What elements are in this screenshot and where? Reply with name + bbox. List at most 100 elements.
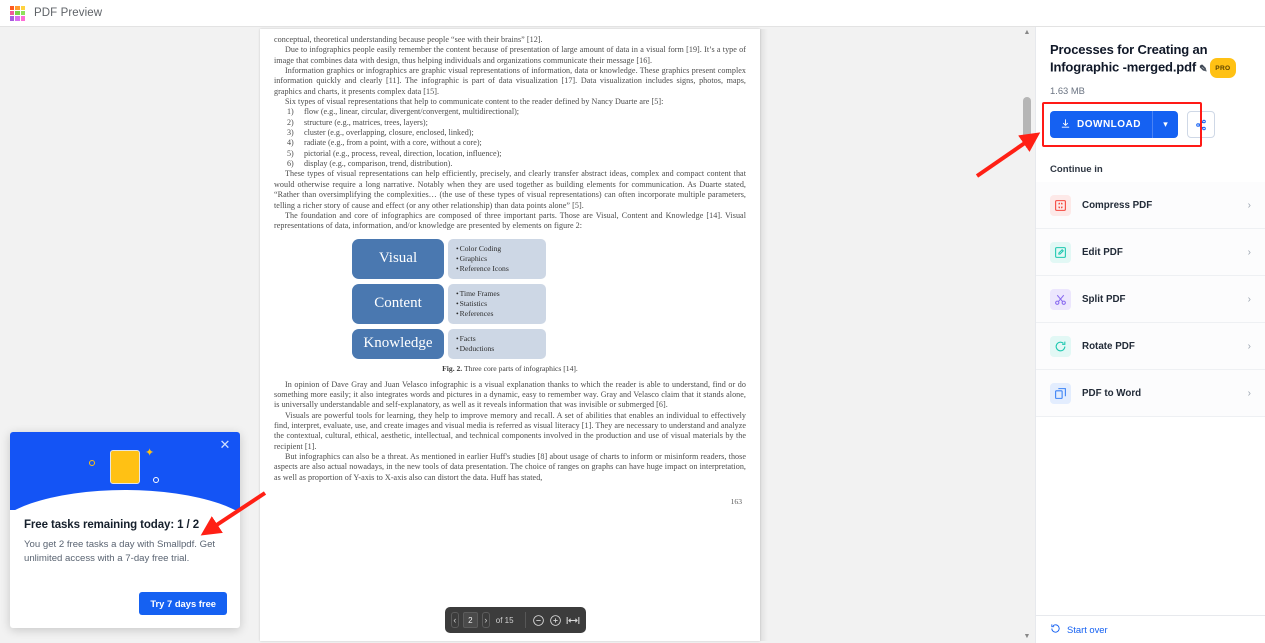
pdf-paragraph: Six types of visual representations that… [285,97,664,107]
pdf-paragraph: These types of visual representations ca… [274,169,746,210]
download-icon [1060,118,1071,132]
pdf-paragraph: conceptual, theoretical understanding be… [274,35,543,44]
zoom-out-icon[interactable] [532,613,545,627]
color-grid-logo-icon [10,5,25,21]
download-row: DOWNLOAD ▾ [1050,111,1251,138]
download-button[interactable]: DOWNLOAD ▾ [1050,111,1178,138]
sparkle-icon: ✦ [145,447,155,459]
figure-bullet: Statistics [456,299,546,309]
tool-item-label: PDF to Word [1082,387,1142,399]
start-over-row[interactable]: Start over [1036,615,1265,643]
figure-caption-text: Three core parts of infographics [14]. [462,363,578,373]
tool-item-label: Split PDF [1082,293,1126,305]
rotate-pdf-icon [1050,335,1071,357]
tool-item-edit-pdf[interactable]: Edit PDF › [1036,229,1265,276]
file-name-header: Processes for Creating an Infographic -m… [1050,41,1251,78]
list-item: 5) pictorial (e.g., process, reveal, dire… [287,148,746,159]
pdf-page-number: 163 [730,496,742,506]
pro-badge: PRO [1210,58,1236,78]
list-item-label: flow (e.g., linear, circular, divergent/… [304,107,520,117]
zoom-in-icon[interactable] [549,613,562,627]
chevron-right-icon: › [1247,199,1251,211]
pdf-paragraph: In opinion of Dave Gray and Juan Velasco… [274,379,746,410]
split-pdf-icon [1050,288,1071,310]
file-size-label: 1.63 MB [1050,85,1085,96]
figure-bullet: References [456,309,546,319]
app-title: PDF Preview [34,7,103,19]
tool-item-rotate-pdf[interactable]: Rotate PDF › [1036,323,1265,370]
sidebar-header: Processes for Creating an Infographic -m… [1036,27,1265,96]
figure-bullet: Reference Icons [456,264,546,274]
try-7-days-free-button[interactable]: Try 7 days free [139,592,227,615]
list-item-number: 1) [287,107,294,117]
file-name-label: Processes for Creating an Infographic -m… [1050,42,1208,75]
share-button[interactable] [1187,111,1215,138]
compress-pdf-icon [1050,194,1071,216]
next-page-button[interactable]: › [482,612,490,628]
decorative-circle-icon [89,460,95,466]
scrollbar-thumb[interactable] [1023,97,1031,140]
figure-bullet: Time Frames [456,289,546,299]
pdf-page: conceptual, theoretical understanding be… [260,29,760,641]
pdf-paragraph: But infographics can also be a threat. A… [274,451,746,482]
pdf-paragraph: Information graphics or infographics are… [274,66,746,96]
page-total-label: of 15 [495,615,514,625]
figure-row-bullets: Color Coding Graphics Reference Icons [448,238,546,279]
figure-row: Knowledge Facts Deductions [352,328,746,359]
close-icon[interactable]: ✕ [218,438,232,452]
viewer-scrollbar[interactable]: ▲ ▼ [1022,27,1032,643]
pdf-text-content: conceptual, theoretical understanding be… [274,35,746,506]
chevron-right-icon: › [1247,293,1251,305]
right-sidebar: Processes for Creating an Infographic -m… [1035,27,1265,643]
pdf-pager-toolbar[interactable]: ‹ 2 › of 15 [445,607,586,633]
tool-item-split-pdf[interactable]: Split PDF › [1036,276,1265,323]
tool-item-label: Rotate PDF [1082,340,1135,352]
refresh-icon [1050,621,1061,639]
pdf-paragraph: The foundation and core of infographics … [274,210,746,231]
figure-row-label: Knowledge [352,328,444,359]
hero-curve [10,490,240,510]
chevron-right-icon: › [1247,340,1251,352]
list-item: 2) structure (e.g., matrices, trees, laye… [287,117,746,128]
figure-bullet: Deductions [456,344,546,354]
figure-row-bullets: Facts Deductions [448,328,546,359]
list-item-number: 6) [287,159,294,169]
tool-item-compress-pdf[interactable]: Compress PDF › [1036,182,1265,229]
figure-row: Visual Color Coding Graphics Reference I… [352,238,746,279]
download-button-main[interactable]: DOWNLOAD [1050,118,1152,132]
download-area: DOWNLOAD ▾ [1036,102,1265,147]
list-item-number: 5) [287,148,294,158]
list-item: 3) cluster (e.g., overlapping, closure, e… [287,128,746,138]
chevron-right-icon: › [1247,387,1251,399]
pencil-icon[interactable]: ✎ [1199,64,1207,75]
free-tasks-promo-card[interactable]: ✦ ✕ Free tasks remaining today: 1 / 2 Yo… [10,432,240,628]
promo-body: Free tasks remaining today: 1 / 2 You ge… [10,510,240,566]
pdf-paragraph: Due to infographics people easily rememb… [274,45,746,65]
tool-item-pdf-to-word[interactable]: PDF to Word › [1036,370,1265,417]
figure-row: Content Time Frames Statistics Reference… [352,283,746,324]
scroll-up-icon[interactable]: ▲ [1023,29,1031,37]
download-button-label: DOWNLOAD [1077,119,1141,130]
decorative-circle-icon [153,477,159,483]
chevron-right-icon: › [1247,246,1251,258]
list-item-label: pictorial (e.g., process, reveal, direct… [304,148,502,158]
promo-subtitle: You get 2 free tasks a day with Smallpdf… [24,539,216,564]
figure-caption-number: Fig. 2. [442,363,463,373]
list-item-label: cluster (e.g., overlapping, closure, enc… [304,128,474,138]
list-item-label: structure (e.g., matrices, trees, layers… [304,117,428,127]
document-illustration-icon [110,450,140,484]
pdf-preview-app: PDF Preview conceptual, theoretical unde… [0,0,1265,643]
list-item-number: 2) [287,117,294,127]
start-over-label[interactable]: Start over [1067,624,1108,635]
fit-width-icon[interactable] [566,613,580,627]
scroll-down-icon[interactable]: ▼ [1023,633,1031,641]
figure-bullet: Color Coding [456,244,546,254]
chevron-down-icon[interactable]: ▾ [1153,119,1178,130]
prev-page-button[interactable]: ‹ [451,612,459,628]
figure-caption: Fig. 2. Three core parts of infographics… [274,364,746,373]
tool-item-label: Compress PDF [1082,199,1153,211]
edit-pdf-icon [1050,241,1071,263]
figure-bullet: Graphics [456,254,546,264]
list-item: 1) flow (e.g., linear, circular, divergen… [287,107,746,117]
page-number-input[interactable]: 2 [462,612,479,628]
